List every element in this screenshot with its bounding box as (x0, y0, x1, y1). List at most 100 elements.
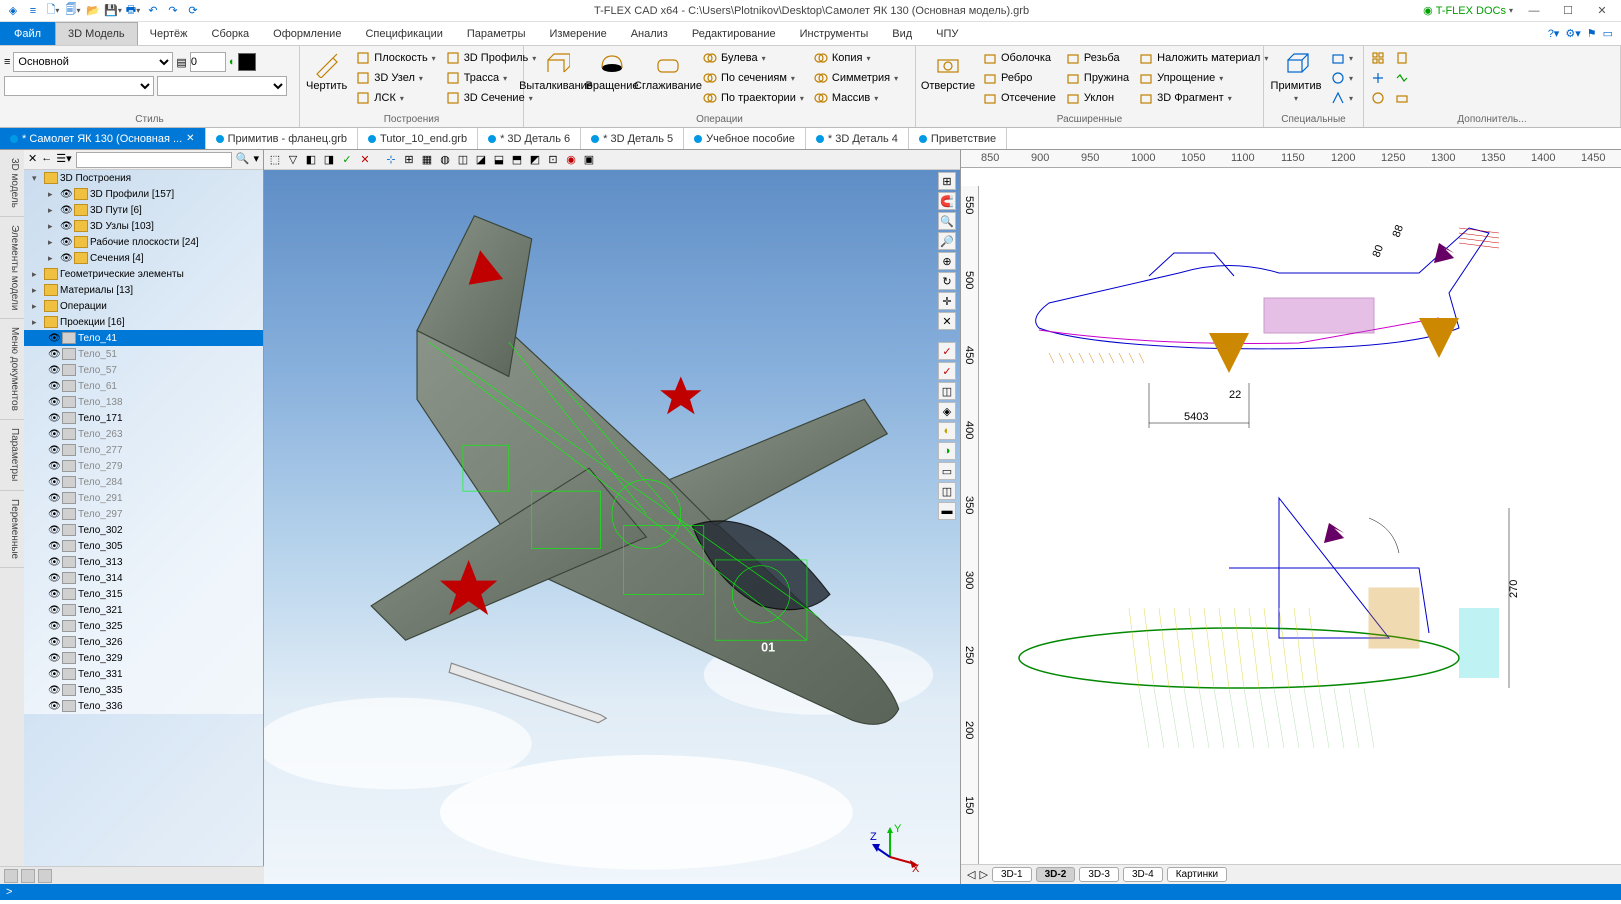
sidetab-Меню документов[interactable]: Меню документов (0, 319, 24, 420)
pf-3[interactable] (38, 869, 52, 883)
ext-Наложить материал[interactable]: Наложить материал ▾ (1136, 48, 1271, 68)
ext-Резьба[interactable]: Резьба (1063, 48, 1132, 68)
vt-wire[interactable]: ▦ (419, 152, 435, 168)
tree-search-input[interactable] (76, 152, 232, 168)
menu-Вид[interactable]: Вид (880, 22, 924, 45)
rt-sh1[interactable]: ▭ (938, 462, 956, 480)
view-tab-Картинки[interactable]: Картинки (1167, 867, 1227, 882)
menu-Сборка[interactable]: Сборка (200, 22, 262, 45)
vt-1[interactable]: ◧ (303, 152, 319, 168)
vt-2[interactable]: ◨ (321, 152, 337, 168)
rt-pan[interactable]: ⊕ (938, 252, 956, 270)
close-button[interactable]: ✕ (1589, 2, 1615, 20)
qat-undo-icon[interactable]: ↶ (144, 2, 162, 20)
vt-g[interactable]: ◉ (563, 152, 579, 168)
rt-mat[interactable]: ◐ (938, 422, 956, 440)
qat-print-icon[interactable]: 🖶▾ (124, 2, 142, 20)
hole-button[interactable]: Отверстие (920, 48, 976, 94)
tree-row[interactable]: ▸👁3D Пути [6] (24, 202, 263, 218)
extra-1[interactable] (1368, 48, 1388, 68)
close-icon[interactable]: ✕ (186, 133, 194, 144)
menu-Анализ[interactable]: Анализ (619, 22, 680, 45)
view-tab-3D-4[interactable]: 3D-4 (1123, 867, 1163, 882)
tree-row[interactable]: 👁Тело_279 (24, 458, 263, 474)
lineweight-icon[interactable]: ▤ (176, 56, 186, 69)
drawing-canvas[interactable]: 550500450400350300250200150 5403 (961, 168, 1621, 864)
doc-tab[interactable]: * 3D Деталь 5 (581, 128, 684, 149)
draw-Плоскость[interactable]: Плоскость ▾ (353, 48, 438, 68)
view-tab-3D-3[interactable]: 3D-3 (1079, 867, 1119, 882)
tree-close-icon[interactable]: ✕ (28, 152, 37, 168)
ext-Упрощение[interactable]: Упрощение ▾ (1136, 68, 1271, 88)
prim-opt1[interactable]: ▾ (1328, 48, 1356, 68)
vt-axes[interactable]: ⊹ (383, 152, 399, 168)
tree-row[interactable]: 👁Тело_313 (24, 554, 263, 570)
weight-spinner[interactable] (190, 52, 226, 72)
view-tab-3D-2[interactable]: 3D-2 (1036, 867, 1076, 882)
qat-redo-icon[interactable]: ↷ (164, 2, 182, 20)
vt-grid[interactable]: ⊞ (401, 152, 417, 168)
op-Копия[interactable]: Копия ▾ (811, 48, 901, 68)
rt-m2[interactable]: ✕ (938, 312, 956, 330)
tree-row[interactable]: 👁Тело_291 (24, 490, 263, 506)
tree-row[interactable]: 👁Тело_51 (24, 346, 263, 362)
settings-icon[interactable]: ⚙▾ (1565, 27, 1580, 40)
tree-mode-icon[interactable]: ☰▾ (56, 152, 71, 168)
tree-row[interactable]: 👁Тело_302 (24, 522, 263, 538)
op-Выталкивание[interactable]: Выталкивание (528, 48, 584, 94)
ext-Пружина[interactable]: Пружина (1063, 68, 1132, 88)
sidetab-Элементы модели[interactable]: Элементы модели (0, 217, 24, 319)
tree-back-icon[interactable]: ← (41, 152, 52, 168)
viewport-3d[interactable]: ⬚▽ ◧◨ ✓✕ ⊹⊞ ▦◍ ◫◪ ⬓⬒ ◩⊡ ◉▣ ⊞🧲 🔍🔎 ⊕↻ ✛✕ ✓… (264, 150, 961, 884)
op-Булева[interactable]: Булева ▾ (700, 48, 807, 68)
menu-Измерение[interactable]: Измерение (538, 22, 619, 45)
vt-f[interactable]: ⊡ (545, 152, 561, 168)
tree-row[interactable]: ▸👁3D Узлы [103] (24, 218, 263, 234)
op-По траектории[interactable]: По траектории ▾ (700, 88, 807, 108)
menu-Оформление[interactable]: Оформление (261, 22, 353, 45)
pf-2[interactable] (21, 869, 35, 883)
tree-row[interactable]: 👁Тело_61 (24, 378, 263, 394)
ext-Оболочка[interactable]: Оболочка (980, 48, 1059, 68)
tree-filter-icon[interactable]: ▾ (253, 152, 259, 168)
linestyle-icon[interactable]: ≡ (4, 56, 10, 68)
tree-row[interactable]: 👁Тело_335 (24, 682, 263, 698)
vt-sel[interactable]: ⬚ (267, 152, 283, 168)
tree-row[interactable]: 👁Тело_315 (24, 586, 263, 602)
style-combo-3[interactable] (157, 76, 287, 96)
tree-row[interactable]: 👁Тело_331 (24, 666, 263, 682)
doc-tab[interactable]: * 3D Деталь 6 (478, 128, 581, 149)
color-swatch[interactable] (238, 53, 256, 71)
rt-sh3[interactable]: ▬ (938, 502, 956, 520)
tree-row[interactable]: ▸👁Сечения [4] (24, 250, 263, 266)
draw-button[interactable]: Чертить (304, 48, 349, 94)
rt-c2[interactable]: ✓ (938, 362, 956, 380)
menu-Спецификации[interactable]: Спецификации (353, 22, 454, 45)
rt-m1[interactable]: ✛ (938, 292, 956, 310)
vt-c[interactable]: ⬓ (491, 152, 507, 168)
tree-row[interactable]: ▸Операции (24, 298, 263, 314)
rt-zoom[interactable]: 🔍 (938, 212, 956, 230)
op-Симметрия[interactable]: Симметрия ▾ (811, 68, 901, 88)
rt-iso[interactable]: ◈ (938, 402, 956, 420)
tree-row[interactable]: 👁Тело_41 (24, 330, 263, 346)
tree-row[interactable]: ▸Проекции [16] (24, 314, 263, 330)
vt-filter[interactable]: ▽ (285, 152, 301, 168)
color-pick-icon[interactable]: ◐ (229, 56, 236, 68)
tree-row[interactable]: 👁Тело_314 (24, 570, 263, 586)
style-combo-2[interactable] (4, 76, 154, 96)
qat-open-icon[interactable]: 📂 (84, 2, 102, 20)
extra-2[interactable] (1368, 68, 1388, 88)
tree-row[interactable]: ▾3D Построения (24, 170, 263, 186)
minimize-button[interactable]: — (1521, 2, 1547, 20)
extra-5[interactable] (1392, 68, 1412, 88)
menu-Редактирование[interactable]: Редактирование (680, 22, 788, 45)
rt-sec[interactable]: ◫ (938, 382, 956, 400)
app-icon[interactable]: ◈ (4, 2, 22, 20)
ext-3D Фрагмент[interactable]: 3D Фрагмент ▾ (1136, 88, 1271, 108)
tree-row[interactable]: 👁Тело_321 (24, 602, 263, 618)
rt-lig[interactable]: ◑ (938, 442, 956, 460)
maximize-button[interactable]: ☐ (1555, 2, 1581, 20)
docs-button[interactable]: ◉ T-FLEX DOCs▾ (1423, 4, 1513, 17)
rt-magnet[interactable]: 🧲 (938, 192, 956, 210)
